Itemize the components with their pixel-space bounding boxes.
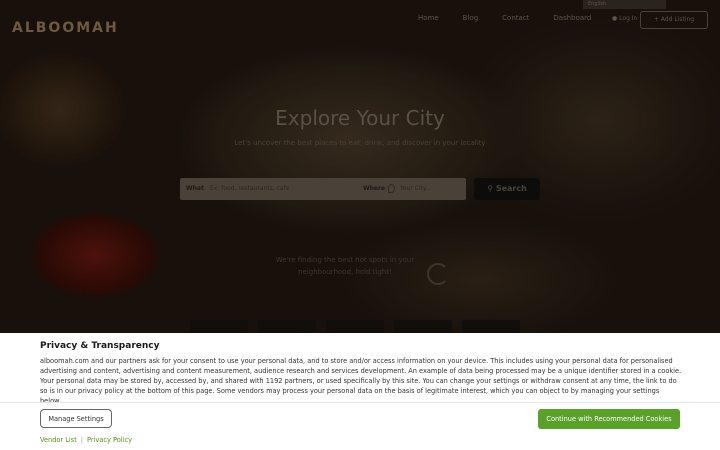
- search-bar: What Ex: food, restaurants, cafe Where Y…: [180, 178, 466, 200]
- consent-divider: [0, 402, 720, 403]
- category-tile[interactable]: [394, 320, 452, 333]
- loading-spinner-icon: [427, 263, 449, 285]
- add-listing-button[interactable]: + Add Listing: [640, 11, 708, 29]
- category-tile[interactable]: [326, 320, 384, 333]
- consent-links: Vendor List | Privacy Policy: [40, 436, 132, 444]
- link-separator: |: [80, 436, 84, 444]
- logo-text: ALBOOMAH: [12, 20, 119, 36]
- where-input[interactable]: Your City...: [400, 185, 431, 192]
- search-icon: ⚲: [487, 184, 496, 193]
- vendor-list-link[interactable]: Vendor List: [40, 436, 77, 444]
- nav-link-dashboard[interactable]: Dashboard: [553, 14, 591, 22]
- continue-recommended-cookies-button[interactable]: Continue with Recommended Cookies: [538, 409, 680, 429]
- nav-links: Home Blog Contact Dashboard: [418, 14, 615, 22]
- loading-message: We're finding the best hot spots in your…: [275, 256, 415, 276]
- plus-icon: +: [653, 16, 661, 23]
- language-selector[interactable]: English: [583, 0, 666, 9]
- language-label: English: [588, 1, 607, 7]
- consent-body: alboomah.com and our partners ask for yo…: [40, 357, 682, 405]
- nav-link-blog[interactable]: Blog: [463, 14, 478, 22]
- hero-title: Explore Your City: [275, 106, 445, 130]
- what-input[interactable]: Ex: food, restaurants, cafe: [210, 185, 289, 192]
- hero-subtitle: Let's uncover the best places to eat, dr…: [234, 139, 486, 147]
- category-tile[interactable]: [190, 320, 248, 333]
- category-tile[interactable]: [462, 320, 520, 333]
- login-link[interactable]: ● Log In: [612, 15, 637, 22]
- category-tiles: [0, 320, 720, 333]
- search-button[interactable]: ⚲ Search: [474, 178, 540, 200]
- where-label: Where: [363, 185, 385, 192]
- login-label: Log In: [619, 15, 638, 22]
- privacy-consent-banner: Privacy & Transparency alboomah.com and …: [0, 333, 720, 450]
- consent-title: Privacy & Transparency: [40, 341, 160, 351]
- manage-settings-button[interactable]: Manage Settings: [40, 409, 112, 428]
- nav-link-home[interactable]: Home: [418, 14, 439, 22]
- search-button-label: Search: [495, 184, 527, 193]
- location-pin-icon: [388, 184, 395, 193]
- top-navbar: ALBOOMAH Home Blog Contact Dashboard Eng…: [0, 0, 720, 50]
- what-label: What: [186, 185, 204, 192]
- category-tile[interactable]: [258, 320, 316, 333]
- add-listing-label: Add Listing: [660, 16, 695, 23]
- nav-link-contact[interactable]: Contact: [502, 14, 529, 22]
- site-logo[interactable]: ALBOOMAH: [12, 20, 119, 36]
- privacy-policy-link[interactable]: Privacy Policy: [87, 436, 132, 444]
